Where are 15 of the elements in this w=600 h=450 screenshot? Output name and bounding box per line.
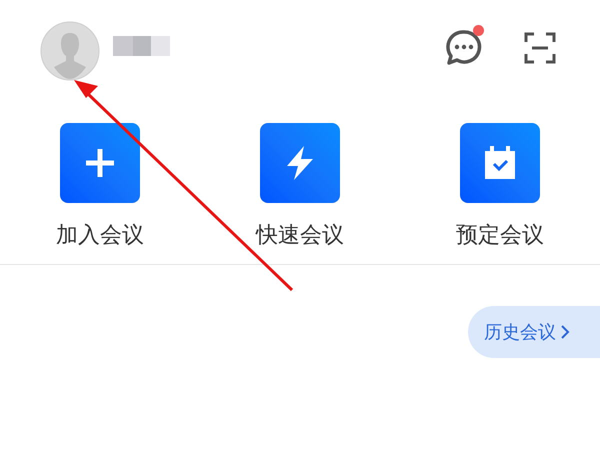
history-meetings-button[interactable]: 历史会议 xyxy=(468,306,600,358)
action-label: 快速会议 xyxy=(256,221,344,249)
meeting-action-button[interactable]: 快速会议 xyxy=(200,123,400,264)
action-label: 加入会议 xyxy=(56,221,144,249)
plus-icon xyxy=(84,147,116,179)
scan-icon xyxy=(524,32,556,64)
blurred-username xyxy=(113,36,170,56)
lightning-icon xyxy=(285,146,315,180)
chat-bubble-icon xyxy=(445,29,483,67)
meeting-action-button[interactable]: 加入会议 xyxy=(0,123,200,264)
meeting-action-button[interactable]: 预定会议 xyxy=(400,123,600,264)
action-label: 预定会议 xyxy=(456,221,544,249)
messages-button[interactable] xyxy=(444,28,484,68)
chevron-right-icon xyxy=(560,324,570,340)
calendar-icon xyxy=(483,146,517,180)
